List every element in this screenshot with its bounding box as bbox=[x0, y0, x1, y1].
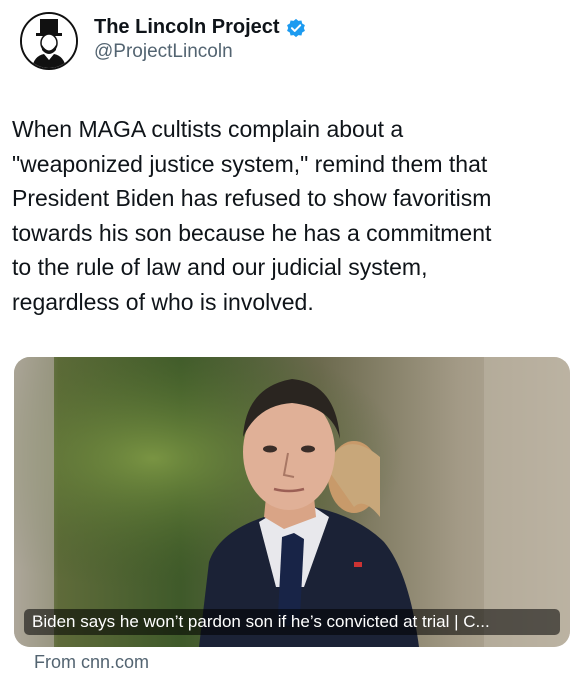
tweet-text: When MAGA cultists complain about a "wea… bbox=[12, 112, 567, 319]
verified-badge-icon bbox=[286, 18, 305, 37]
display-name[interactable]: The Lincoln Project bbox=[94, 16, 306, 39]
news-photo bbox=[14, 357, 570, 647]
tweet-line: towards his son because he has a commitm… bbox=[12, 219, 492, 246]
display-name-text[interactable]: The Lincoln Project bbox=[94, 16, 280, 39]
tweet-line: regardless of who is involved. bbox=[12, 288, 314, 315]
handle[interactable]: @ProjectLincoln bbox=[94, 41, 306, 63]
tweet-line: "weaponized justice system," remind them… bbox=[12, 150, 488, 177]
tweet-line: to the rule of law and our judicial syst… bbox=[12, 254, 428, 280]
card-source[interactable]: From cnn.com bbox=[34, 652, 149, 673]
tweet-line: President Biden has refused to show favo… bbox=[12, 185, 492, 211]
avatar[interactable] bbox=[20, 12, 78, 70]
tweet-line: When MAGA cultists complain about a bbox=[12, 116, 404, 142]
tweet-header: The Lincoln Project @ProjectLincoln bbox=[20, 12, 565, 76]
card-headline[interactable]: Biden says he won’t pardon son if he’s c… bbox=[24, 609, 560, 635]
link-card[interactable]: Biden says he won’t pardon son if he’s c… bbox=[14, 357, 570, 647]
name-block: The Lincoln Project @ProjectLincoln bbox=[94, 16, 306, 63]
lincoln-logo-icon bbox=[22, 14, 76, 68]
